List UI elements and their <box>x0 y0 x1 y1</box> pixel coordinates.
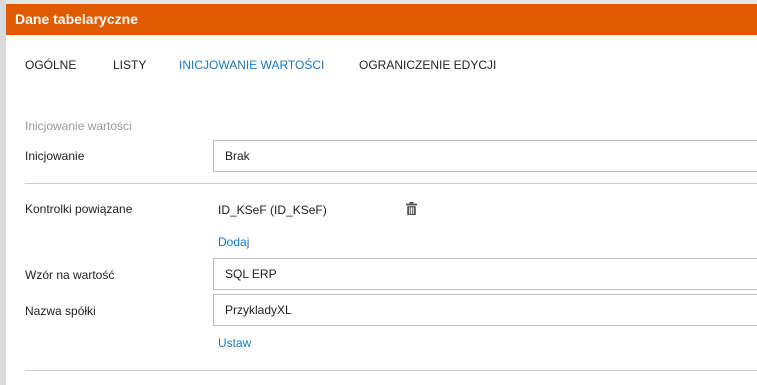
left-border <box>0 0 6 385</box>
tab-general[interactable]: OGÓLNE <box>25 58 76 72</box>
section-title: Inicjowanie wartości <box>25 119 132 133</box>
company-name-input[interactable]: PrzykladyXL <box>213 294 757 326</box>
panel-header: Dane tabelaryczne <box>6 4 757 35</box>
bottom-divider <box>25 370 757 371</box>
value-pattern-label: Wzór na wartość <box>25 268 115 282</box>
dialog: Dane tabelaryczne OGÓLNE LISTY INICJOWAN… <box>0 0 757 385</box>
trash-icon[interactable] <box>406 202 417 215</box>
tab-edit-restriction[interactable]: OGRANICZENIE EDYCJI <box>359 58 496 72</box>
value-pattern-select[interactable]: SQL ERP <box>213 258 757 290</box>
set-link[interactable]: Ustaw <box>218 336 251 350</box>
linked-control-item: ID_KSeF (ID_KSeF) <box>218 203 327 217</box>
tab-lists[interactable]: LISTY <box>113 58 146 72</box>
panel-title: Dane tabelaryczne <box>15 11 138 27</box>
tab-value-initialization[interactable]: INICJOWANIE WARTOŚCI <box>179 58 324 72</box>
linked-controls-label: Kontrolki powiązane <box>25 202 133 216</box>
divider <box>25 183 757 184</box>
add-link[interactable]: Dodaj <box>218 235 249 249</box>
initialization-label: Inicjowanie <box>25 149 85 163</box>
initialization-select[interactable]: Brak <box>213 140 757 172</box>
company-name-label: Nazwa spółki <box>25 304 96 318</box>
